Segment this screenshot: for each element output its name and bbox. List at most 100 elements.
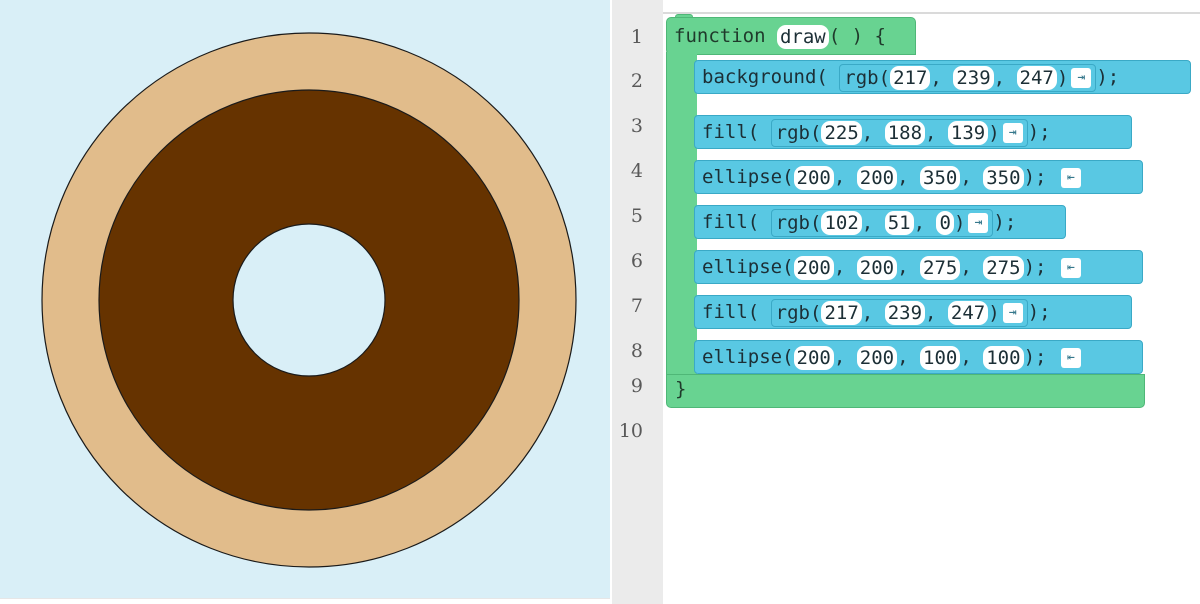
comma: , <box>833 346 846 368</box>
arg-green[interactable]: 239 <box>953 66 994 90</box>
open-paren: ( <box>878 66 891 89</box>
function-block-header[interactable]: function draw( ) { <box>666 17 916 55</box>
comma: , <box>861 211 874 234</box>
function-block-footer[interactable]: } <box>666 374 1145 408</box>
open-brace: { <box>874 25 886 47</box>
open-paren: ( <box>782 346 794 368</box>
comma: , <box>897 256 909 278</box>
arg-green[interactable]: 239 <box>884 301 926 325</box>
line-number: 2 <box>630 70 643 92</box>
statement-block-ellipse[interactable]: ellipse(200, 200, 275, 275); ⇤ <box>694 250 1143 284</box>
close-call: ); <box>1027 301 1051 323</box>
expand-arrow-icon[interactable]: ⇤ <box>1060 167 1081 188</box>
statement-block-ellipse[interactable]: ellipse(200, 200, 100, 100); ⇤ <box>694 340 1143 374</box>
function-call-name: fill <box>702 301 748 323</box>
comma: , <box>897 346 909 368</box>
arg-red[interactable]: 217 <box>821 301 862 325</box>
arg-blue[interactable]: 247 <box>1016 66 1057 90</box>
collapse-arrow-icon[interactable]: ⇥ <box>1002 123 1023 143</box>
comma: , <box>925 301 937 324</box>
rgb-function-name: rgb <box>844 66 879 89</box>
close-call: ); <box>1096 66 1120 88</box>
comma: , <box>960 256 972 278</box>
output-canvas <box>0 0 610 599</box>
statement-block-fill[interactable]: fill( rgb(102, 51, 0) ⇥); <box>694 205 1066 239</box>
close-call: ); <box>1023 346 1047 368</box>
statement-block-background[interactable]: background( rgb(217, 239, 247) ⇥); <box>694 60 1191 94</box>
block-code-editor[interactable]: function draw( ) { } background( rgb(217… <box>663 0 1200 604</box>
close-paren: ) <box>988 301 1000 324</box>
function-name-field[interactable]: draw <box>776 24 829 49</box>
line-number: 5 <box>630 205 643 227</box>
collapse-arrow-icon[interactable]: ⇥ <box>1071 68 1092 88</box>
open-paren: ( <box>747 121 760 143</box>
line-number: 4 <box>630 160 643 182</box>
open-paren: ( <box>810 211 822 234</box>
arg-blue[interactable]: 247 <box>947 301 989 325</box>
collapse-arrow-icon[interactable]: ⇥ <box>968 213 989 233</box>
arg-green[interactable]: 188 <box>884 121 926 145</box>
arg-width[interactable]: 100 <box>920 345 961 370</box>
arg-red[interactable]: 102 <box>821 211 862 235</box>
arg-width[interactable]: 350 <box>920 165 961 190</box>
function-block-body <box>666 52 697 374</box>
line-number: 6 <box>630 250 643 272</box>
comma: , <box>913 211 926 234</box>
comma: , <box>960 346 972 368</box>
comma: , <box>861 301 874 324</box>
open-paren: ( <box>782 166 794 188</box>
open-paren: ( <box>782 256 794 278</box>
arg-green[interactable]: 51 <box>884 211 914 235</box>
arg-red[interactable]: 225 <box>821 121 862 145</box>
comma: , <box>833 166 846 188</box>
arg-width[interactable]: 275 <box>920 255 961 280</box>
function-call-name: fill <box>702 211 748 233</box>
arg-y[interactable]: 200 <box>856 255 898 280</box>
function-keyword: function <box>674 25 766 47</box>
comma: , <box>925 121 937 144</box>
rgb-call-block[interactable]: rgb(102, 51, 0) ⇥ <box>770 208 994 237</box>
expand-arrow-icon[interactable]: ⇤ <box>1060 347 1081 368</box>
open-paren: ( <box>816 66 828 88</box>
open-paren: ( <box>810 301 822 324</box>
arg-red[interactable]: 217 <box>890 66 931 90</box>
arg-x[interactable]: 200 <box>793 345 834 370</box>
open-paren: ( <box>747 211 760 233</box>
comma: , <box>833 256 846 278</box>
arg-blue[interactable]: 139 <box>947 121 989 145</box>
arg-height[interactable]: 100 <box>983 345 1024 370</box>
arg-blue[interactable]: 0 <box>936 211 954 235</box>
expand-arrow-icon[interactable]: ⇤ <box>1060 257 1081 278</box>
close-call: ); <box>993 211 1017 233</box>
statement-block-ellipse[interactable]: ellipse(200, 200, 350, 350); ⇤ <box>694 160 1143 194</box>
arg-y[interactable]: 200 <box>856 345 898 370</box>
line-number: 8 <box>630 340 643 362</box>
editor-top-border <box>663 12 1200 14</box>
canvas-drawing <box>0 0 610 598</box>
arg-height[interactable]: 275 <box>983 255 1024 280</box>
rgb-call-block[interactable]: rgb(217, 239, 247) ⇥ <box>770 298 1028 327</box>
rgb-call-block[interactable]: rgb(217, 239, 247) ⇥ <box>839 63 1097 92</box>
open-paren: ( <box>810 121 822 144</box>
line-number: 9 <box>630 375 643 397</box>
statement-block-fill[interactable]: fill( rgb(225, 188, 139) ⇥); <box>694 115 1132 149</box>
comma: , <box>960 166 972 188</box>
statement-block-fill[interactable]: fill ( rgb(217, 239, 247) ⇥); <box>694 295 1132 329</box>
arg-height[interactable]: 350 <box>983 165 1024 190</box>
line-number: 1 <box>630 26 643 48</box>
function-call-name: ellipse <box>702 256 783 278</box>
arg-y[interactable]: 200 <box>856 165 898 190</box>
arg-x[interactable]: 200 <box>793 165 834 190</box>
rgb-call-block[interactable]: rgb(225, 188, 139) ⇥ <box>770 118 1028 147</box>
close-paren: ) <box>988 121 1000 144</box>
close-paren: ) <box>1056 66 1069 89</box>
close-paren: ) <box>953 211 966 234</box>
close-brace: } <box>675 378 687 400</box>
collapse-arrow-icon[interactable]: ⇥ <box>1002 303 1023 323</box>
comma: , <box>861 121 874 144</box>
function-call-name: background <box>702 66 817 88</box>
rgb-function-name: rgb <box>775 301 810 324</box>
line-number: 10 <box>618 420 643 442</box>
line-number-gutter: 1 2 3 4 5 6 7 8 9 10 <box>612 0 663 604</box>
arg-x[interactable]: 200 <box>793 255 834 280</box>
